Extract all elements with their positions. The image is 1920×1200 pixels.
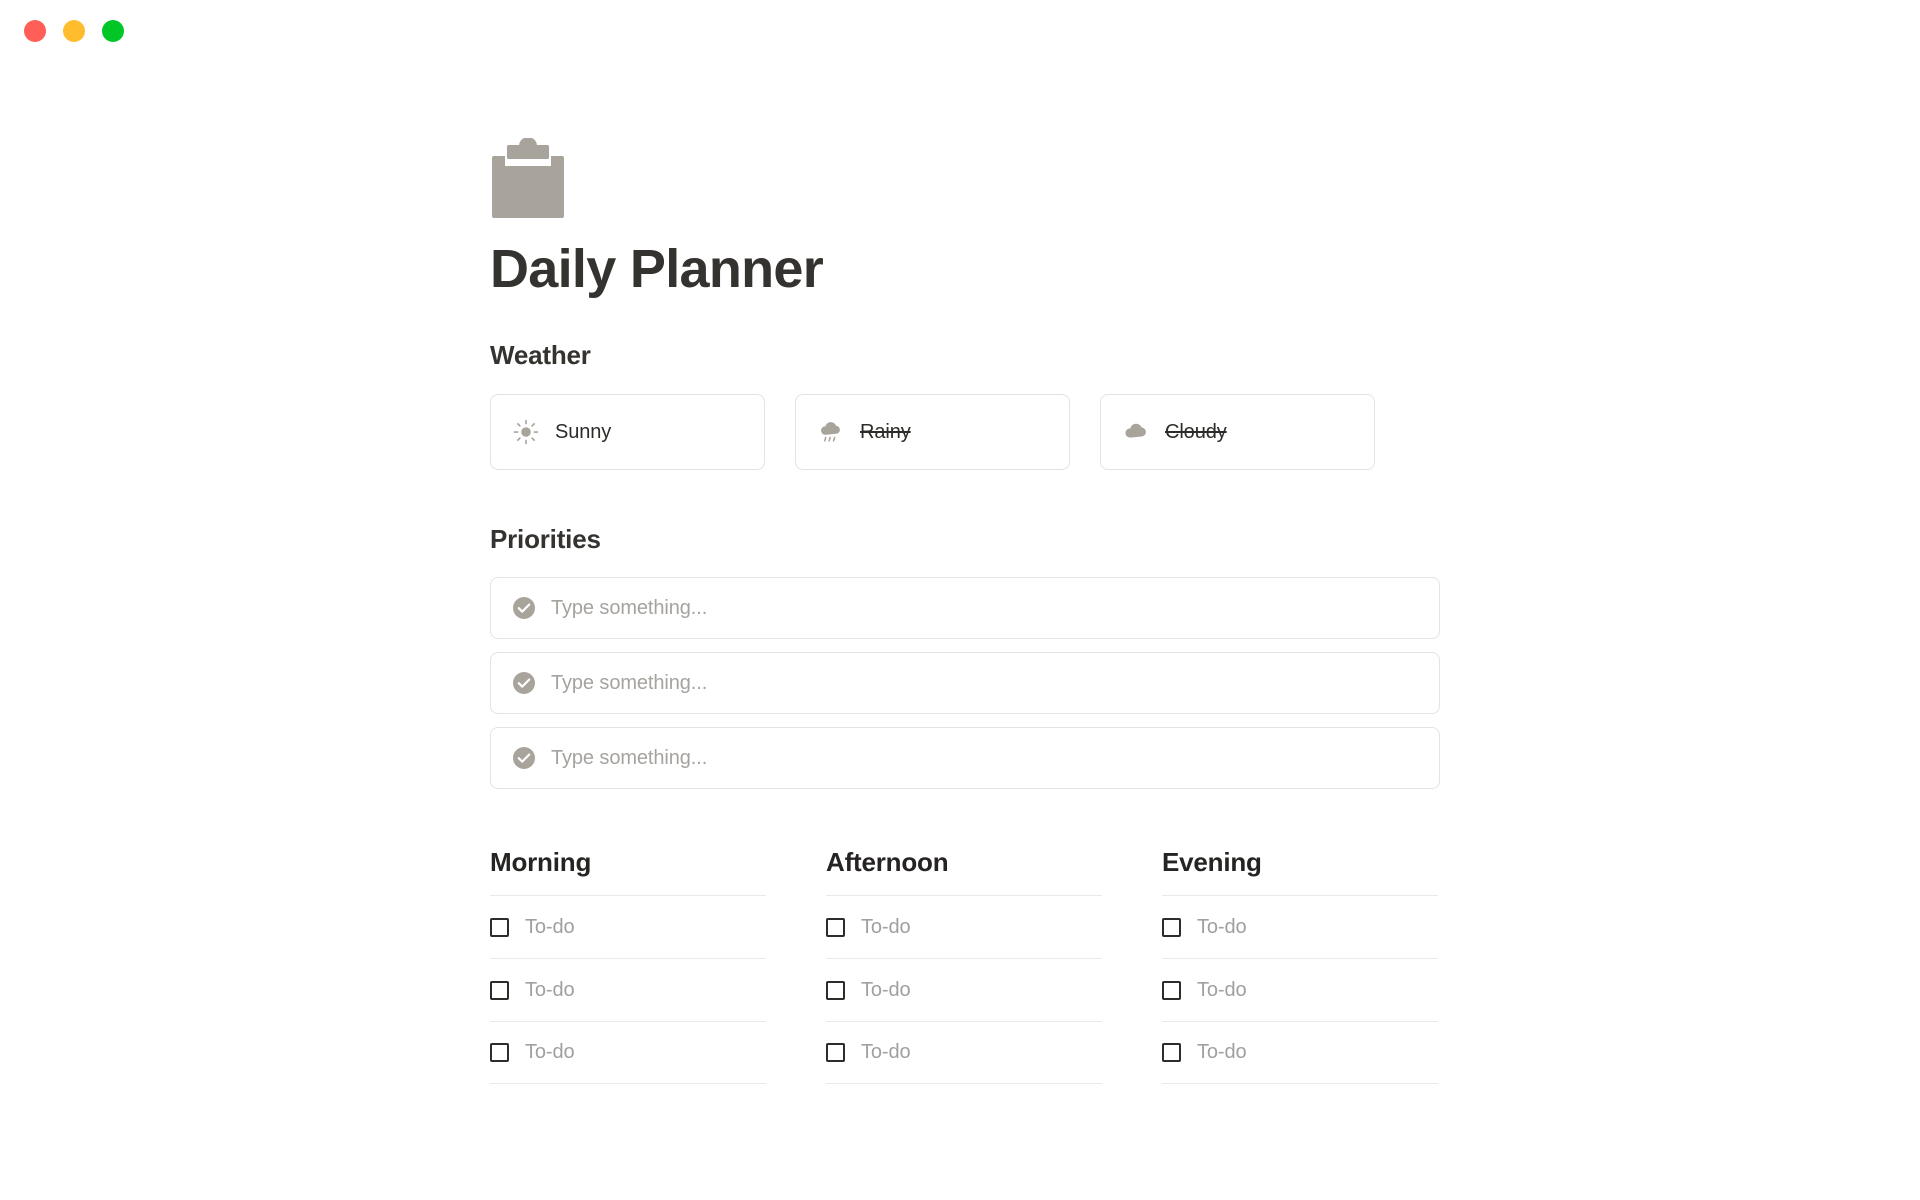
priorities-list (490, 577, 1440, 790)
page-title: Daily Planner (490, 239, 824, 299)
todo-label: To-do (525, 915, 575, 938)
column-heading: Afternoon (826, 847, 949, 878)
schedule-column-morning: Morning To-do To-do To-do (490, 847, 766, 1085)
column-heading: Morning (490, 847, 592, 878)
priority-row[interactable] (490, 727, 1440, 790)
window-titlebar (0, 0, 1920, 62)
todo-row[interactable]: To-do (490, 1021, 766, 1085)
traffic-light-controls (24, 20, 124, 42)
weather-option-cloudy[interactable]: Cloudy (1100, 394, 1375, 471)
todo-checkbox[interactable] (490, 1043, 509, 1063)
todo-label: To-do (861, 978, 911, 1001)
todo-label: To-do (1197, 915, 1247, 938)
priority-row[interactable] (490, 652, 1440, 715)
todo-row[interactable]: To-do (826, 958, 1102, 1021)
todo-checkbox[interactable] (826, 980, 845, 1000)
todo-row[interactable]: To-do (1162, 1021, 1438, 1085)
todo-row[interactable]: To-do (490, 895, 766, 958)
sun-icon (513, 420, 539, 445)
schedule-column-afternoon: Afternoon To-do To-do To-do (826, 847, 1102, 1085)
weather-options-row: Sunny Rainy Cloudy (490, 394, 1440, 471)
priority-input[interactable] (551, 596, 1401, 620)
weather-option-label: Cloudy (1165, 420, 1227, 443)
todo-checkbox[interactable] (1162, 1043, 1181, 1063)
clipboard-icon (492, 138, 564, 218)
priority-input[interactable] (551, 746, 1401, 770)
todo-label: To-do (525, 1041, 575, 1064)
todo-label: To-do (861, 915, 911, 938)
todo-row[interactable]: To-do (826, 895, 1102, 958)
weather-section-heading: Weather (490, 340, 591, 371)
todo-checkbox[interactable] (490, 980, 509, 1000)
column-heading: Evening (1162, 847, 1262, 878)
check-circle-icon (513, 747, 535, 770)
cloud-rain-icon (821, 422, 840, 442)
page-canvas: Daily Planner Weather Sunny Rainy Cloudy… (0, 62, 1920, 1200)
todo-label: To-do (525, 978, 575, 1001)
todo-row[interactable]: To-do (826, 1021, 1102, 1085)
priority-row[interactable] (490, 577, 1440, 640)
todo-checkbox[interactable] (826, 917, 845, 937)
todo-row[interactable]: To-do (1162, 958, 1438, 1021)
priorities-section-heading: Priorities (490, 524, 601, 555)
todo-label: To-do (1197, 1041, 1247, 1064)
priority-input[interactable] (551, 671, 1401, 695)
check-circle-icon (513, 597, 535, 620)
todo-row[interactable]: To-do (1162, 895, 1438, 958)
todo-checkbox[interactable] (1162, 917, 1181, 937)
todo-checkbox[interactable] (826, 1043, 845, 1063)
todo-checkbox[interactable] (490, 917, 509, 937)
close-window-button[interactable] (24, 20, 46, 42)
document-icon-wrapper (490, 138, 1440, 218)
check-circle-icon (513, 672, 535, 695)
weather-option-label: Sunny (555, 420, 612, 443)
todo-row[interactable]: To-do (490, 958, 766, 1021)
weather-option-label: Rainy (860, 420, 911, 443)
cloud-icon (1125, 424, 1146, 438)
weather-option-rainy[interactable]: Rainy (795, 394, 1070, 471)
schedule-columns: Morning To-do To-do To-do Afternoon To-d… (490, 847, 1440, 1085)
schedule-column-evening: Evening To-do To-do To-do (1162, 847, 1438, 1085)
maximize-window-button[interactable] (102, 20, 124, 42)
todo-checkbox[interactable] (1162, 980, 1181, 1000)
minimize-window-button[interactable] (63, 20, 85, 42)
todo-label: To-do (861, 1041, 911, 1064)
todo-label: To-do (1197, 978, 1247, 1001)
document-content: Daily Planner Weather Sunny Rainy Cloudy… (490, 62, 1440, 1085)
weather-option-sunny[interactable]: Sunny (490, 394, 765, 471)
